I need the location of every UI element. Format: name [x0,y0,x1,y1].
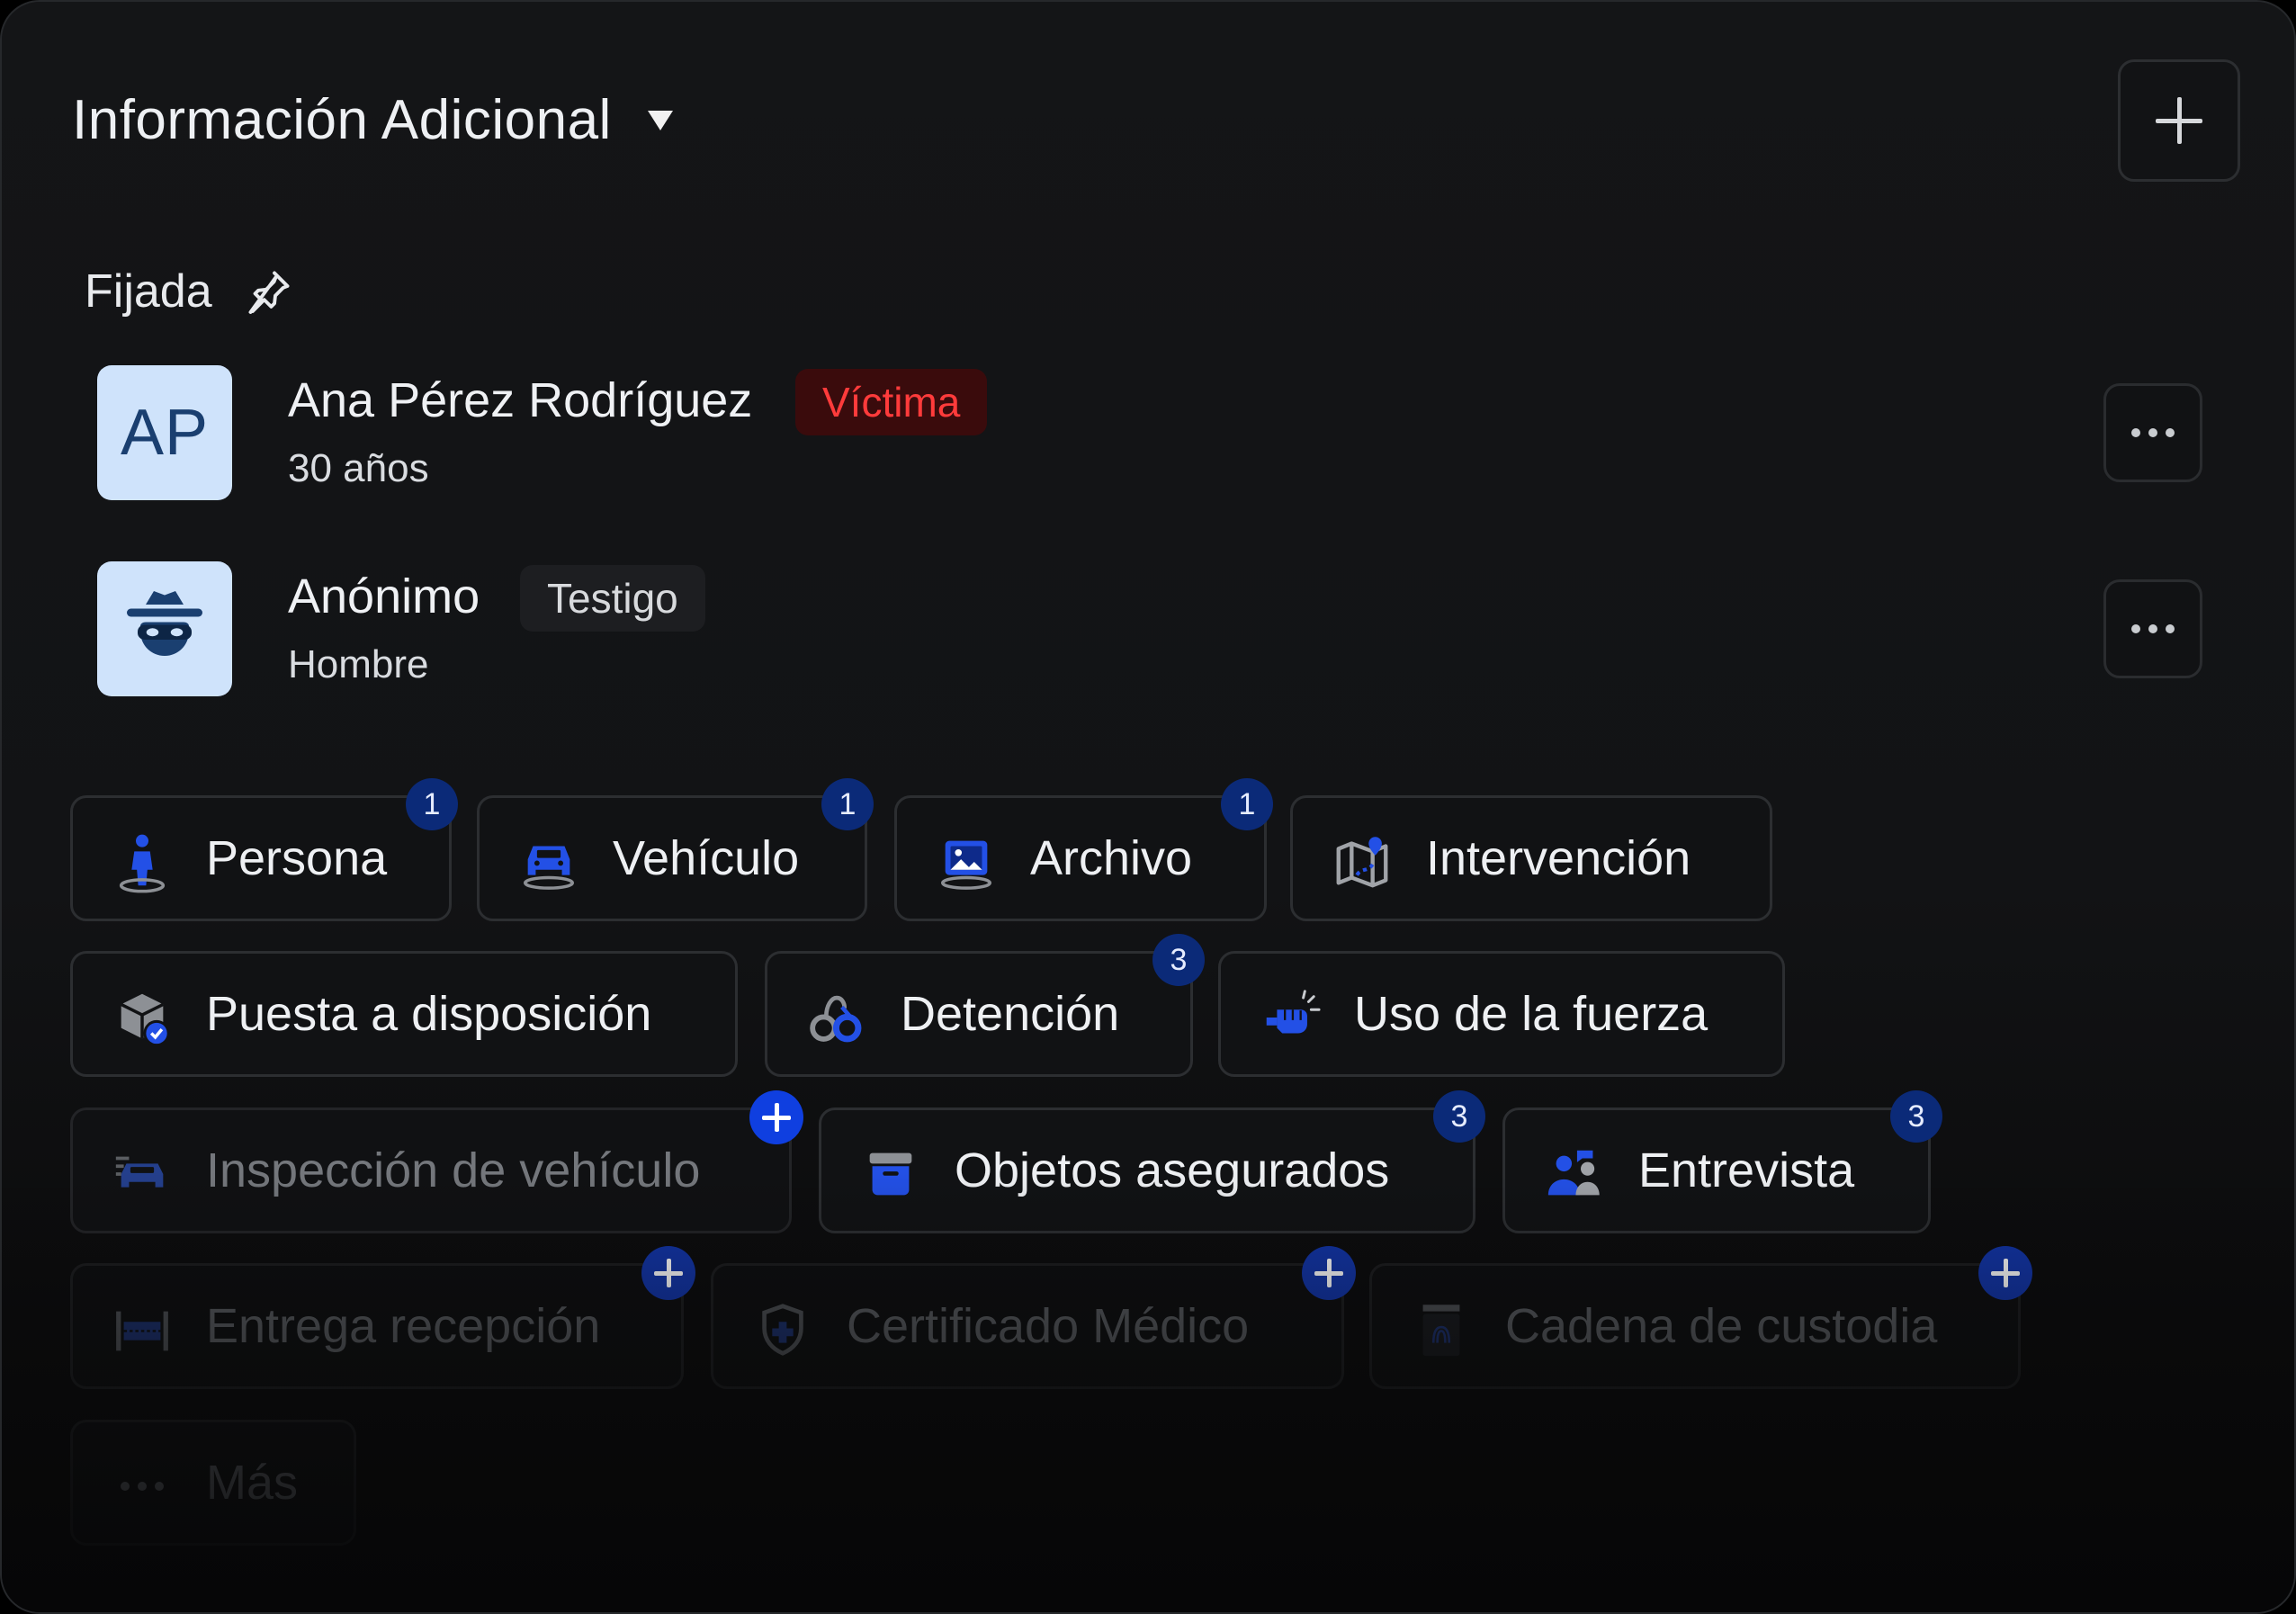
count-badge: 1 [821,778,874,830]
add-button[interactable] [2118,59,2240,182]
chip-cadena-custodia[interactable]: Cadena de custodia [1369,1246,2032,1389]
chip-label: Más [206,1456,299,1510]
dot [2131,428,2140,437]
count-badge: 3 [1152,934,1205,986]
chip-label: Uso de la fuerza [1354,987,1709,1041]
caret-down-icon [647,110,673,130]
chip-intervencion[interactable]: Intervención [1290,795,1772,921]
image-icon [941,840,991,890]
person-options-button[interactable] [2103,383,2202,482]
archive-box-icon [869,1152,912,1196]
chip-label: Detención [901,987,1120,1041]
dot [2166,624,2175,633]
shield-medical-icon [762,1304,803,1356]
add-record-icon[interactable] [641,1246,695,1300]
package-check-icon [120,993,170,1047]
chip-label: Persona [206,831,388,885]
chip-label: Entrevista [1638,1143,1855,1197]
fingerprint-evidence-icon [1422,1305,1460,1357]
chip-label: Cadena de custodia [1505,1299,1938,1353]
section-title-dropdown[interactable]: Información Adicional [72,88,673,152]
pinned-label: Fijada [85,265,212,318]
chip-objetos-asegurados[interactable]: Objetos asegurados 3 [819,1090,1485,1233]
role-badge-witness: Testigo [520,565,705,632]
dot [155,1482,164,1491]
person-detail: 30 años [288,446,429,490]
handcuffs-icon [810,995,862,1043]
count-badge: 3 [1890,1090,1942,1143]
pin-icon [248,271,290,314]
fist-icon [1266,990,1321,1034]
chip-label: Intervención [1426,831,1691,885]
car-inspection-icon [115,1156,164,1188]
count-badge: 1 [406,778,458,830]
chip-label: Archivo [1030,831,1193,885]
chip-certificado-medico[interactable]: Certificado Médico [711,1246,1356,1389]
avatar: AP [97,365,232,500]
chip-label: Puesta a disposición [206,987,652,1041]
chip-label: Objetos asegurados [955,1143,1390,1197]
dot [138,1482,147,1491]
dot [121,1482,130,1491]
chip-entrega-recepcion[interactable]: Entrega recepción [70,1246,695,1389]
chip-label: Certificado Médico [847,1299,1250,1353]
add-record-icon[interactable] [1978,1246,2032,1300]
chip-vehiculo[interactable]: Vehículo 1 [477,778,874,921]
chip-uso-fuerza[interactable]: Uso de la fuerza [1218,951,1785,1077]
chip-archivo[interactable]: Archivo 1 [894,778,1273,921]
chip-mas[interactable]: Más [70,1420,356,1546]
people-icon [1547,1150,1600,1196]
car-icon [524,846,574,890]
pinned-section-header: Fijada [85,265,295,318]
handover-icon [116,1311,168,1351]
add-record-icon[interactable] [1302,1246,1356,1300]
count-badge: 3 [1433,1090,1485,1143]
person-options-button[interactable] [2103,579,2202,678]
section-title: Información Adicional [72,89,612,151]
map-icon [1336,837,1388,888]
dot [2131,624,2140,633]
dot [2166,428,2175,437]
person-icon [119,834,166,893]
avatar-initials: AP [120,397,210,469]
chip-label: Entrega recepción [206,1299,601,1353]
additional-info-panel: Información Adicional Fijada AP Ana Pére… [0,0,2296,1614]
chip-label: Vehículo [613,831,800,885]
add-record-icon[interactable] [749,1090,803,1144]
chip-entrevista[interactable]: Entrevista 3 [1502,1090,1942,1233]
bottom-fade-overlay [2,1171,2294,1612]
more-dots-icon [111,1455,174,1518]
avatar [97,561,232,696]
dot [2148,624,2157,633]
chip-persona[interactable]: Persona 1 [70,778,458,921]
incognito-icon [127,591,202,656]
chip-puesta-disposicion[interactable]: Puesta a disposición [70,951,738,1077]
person-name: Ana Pérez Rodríguez [288,373,753,427]
plus-icon [2156,97,2202,144]
role-badge-victim: Víctima [795,369,988,435]
chip-detencion[interactable]: Detención 3 [765,934,1205,1077]
person-name: Anónimo [288,569,480,623]
chip-inspeccion-vehiculo[interactable]: Inspección de vehículo [70,1090,803,1233]
count-badge: 1 [1221,778,1273,830]
chip-label: Inspección de vehículo [206,1143,701,1197]
person-detail: Hombre [288,642,429,686]
dot [2148,428,2157,437]
